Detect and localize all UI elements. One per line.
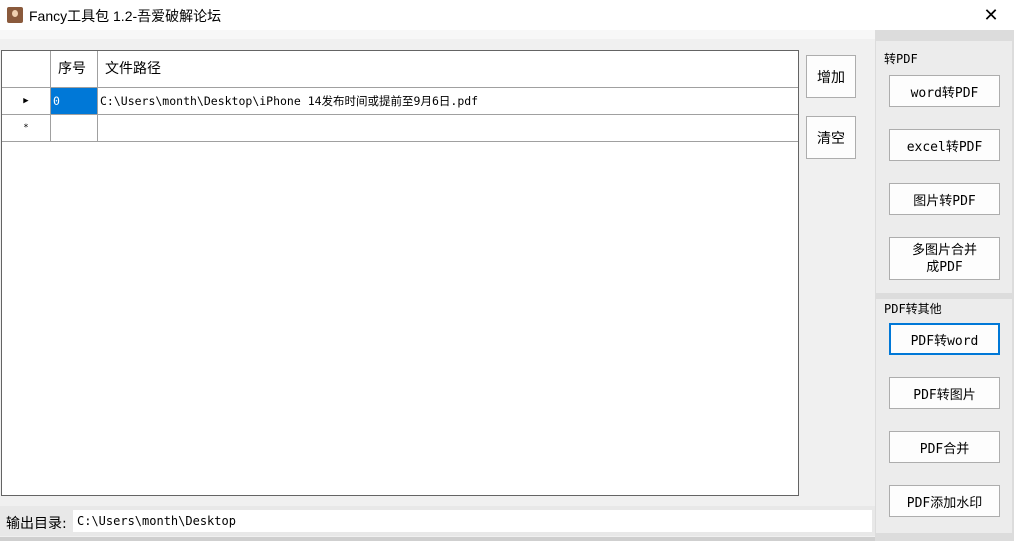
merge-images-label-line1: 多图片合并 — [911, 242, 977, 258]
file-grid[interactable]: 序号 文件路径 ▶ 0 C:\Users\month\Desktop\iPhon… — [1, 50, 799, 496]
merge-images-label-line2: 成PDF — [926, 259, 963, 275]
table-cell-path-new[interactable] — [98, 115, 798, 142]
pdf-to-word-button[interactable]: PDF转word — [889, 323, 1000, 355]
add-button[interactable]: 增加 — [806, 55, 856, 98]
pdf-to-other-group-label: PDF转其他 — [884, 302, 942, 316]
clear-button[interactable]: 清空 — [806, 116, 856, 159]
column-header-index[interactable]: 序号 — [51, 51, 98, 88]
close-icon: ✕ — [983, 4, 999, 26]
row-header-corner — [2, 51, 51, 88]
window-title: Fancy工具包 1.2-吾爱破解论坛 — [29, 8, 222, 24]
excel-to-pdf-button[interactable]: excel转PDF — [889, 129, 1000, 161]
pdf-merge-button[interactable]: PDF合并 — [889, 431, 1000, 463]
to-pdf-group-label: 转PDF — [884, 52, 918, 66]
table-cell-index[interactable]: 0 — [51, 88, 98, 115]
table-cell-path[interactable]: C:\Users\month\Desktop\iPhone 14发布时间或提前至… — [98, 88, 798, 115]
output-dir-label: 输出目录: — [6, 516, 67, 532]
output-dir-field[interactable]: C:\Users\month\Desktop — [73, 510, 872, 532]
status-bar — [0, 537, 875, 541]
column-header-path[interactable]: 文件路径 — [98, 51, 798, 88]
close-button[interactable]: ✕ — [968, 0, 1014, 30]
image-to-pdf-button[interactable]: 图片转PDF — [889, 183, 1000, 215]
word-to-pdf-button[interactable]: word转PDF — [889, 75, 1000, 107]
app-icon — [7, 7, 23, 23]
pdf-watermark-button[interactable]: PDF添加水印 — [889, 485, 1000, 517]
new-row-marker-icon[interactable]: * — [2, 115, 51, 142]
toolbar-strip — [0, 30, 875, 39]
merge-images-to-pdf-button[interactable]: 多图片合并 成PDF — [889, 237, 1000, 280]
title-bar: Fancy工具包 1.2-吾爱破解论坛 ✕ — [0, 0, 1014, 30]
pdf-to-image-button[interactable]: PDF转图片 — [889, 377, 1000, 409]
row-selector-arrow-icon[interactable]: ▶ — [2, 88, 51, 115]
table-cell-index-new[interactable] — [51, 115, 98, 142]
